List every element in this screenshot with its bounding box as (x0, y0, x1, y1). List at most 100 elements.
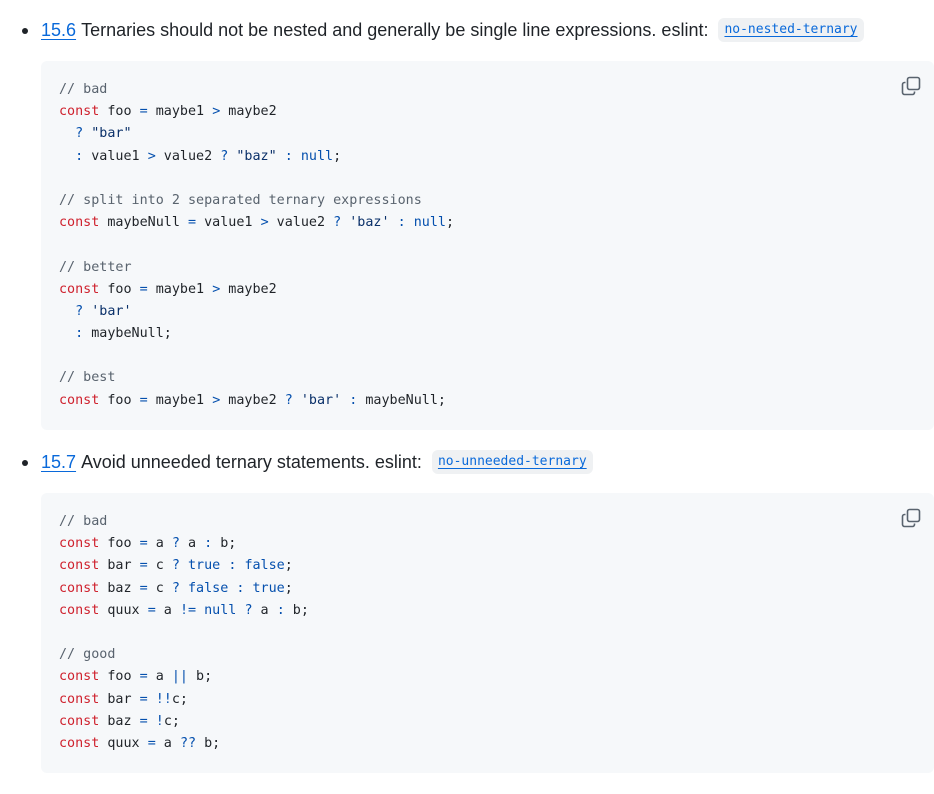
list-item: 15.6 Ternaries should not be nested and … (22, 17, 864, 43)
code-line: const foo = maybe1 > maybe2 (59, 101, 454, 123)
code-token: : (204, 536, 213, 552)
code-token: foo (99, 281, 140, 297)
section-description: Ternaries should not be nested and gener… (81, 20, 709, 40)
code-token: > (147, 148, 156, 164)
code-token: a (147, 669, 172, 685)
code-line: const quux = a != null ? a : b; (59, 600, 309, 622)
code-token: null (413, 215, 446, 231)
code-token: value1 (83, 148, 148, 164)
code-token: || (171, 669, 188, 685)
code-token: value2 (155, 148, 221, 164)
code-token: : (75, 148, 84, 164)
code-token: value1 (196, 215, 261, 231)
code-token: baz (99, 713, 140, 729)
code-token: // best (59, 370, 116, 386)
code-token: foo (99, 392, 140, 408)
eslint-rule-link[interactable]: no-nested-ternary (724, 22, 857, 37)
code-token: 'bar' (91, 303, 132, 319)
code-token: = (139, 580, 148, 596)
code-line: const baz = c ? false : true; (59, 578, 309, 600)
code-token: ; (284, 580, 293, 596)
code-line: const foo = maybe1 > maybe2 ? 'bar' : ma… (59, 390, 454, 412)
code-token: = (147, 602, 156, 618)
bullet-icon (22, 460, 28, 466)
code-token: true (188, 558, 221, 574)
code-line: const bar = c ? true : false; (59, 555, 309, 577)
code-token: const (59, 536, 100, 552)
code-token: const (59, 392, 100, 408)
code-content: // bad const foo = maybe1 > maybe2 ? "bar… (59, 79, 454, 412)
code-token: = (139, 104, 148, 120)
code-token: = (139, 536, 148, 552)
code-token: const (59, 281, 100, 297)
code-token: !! (155, 691, 172, 707)
code-line: const foo = maybe1 > maybe2 (59, 279, 454, 301)
code-token: = (139, 558, 148, 574)
code-line: const foo = a ? a : b; (59, 533, 309, 555)
code-token: quux (99, 735, 148, 751)
code-token: ; (446, 215, 455, 231)
code-token: b; (284, 602, 309, 618)
code-token: const (59, 713, 100, 729)
code-token: // split into 2 separated ternary expres… (59, 192, 422, 208)
code-line: // bad (59, 511, 309, 533)
code-token: false (188, 580, 229, 596)
code-line: const bar = !!c; (59, 689, 309, 711)
code-token: ? (75, 303, 84, 319)
code-line: // split into 2 separated ternary expres… (59, 190, 454, 212)
code-token: : (397, 215, 406, 231)
code-token: const (59, 691, 100, 707)
copy-button[interactable] (900, 507, 922, 529)
code-token: const (59, 580, 100, 596)
code-token: maybe1 (147, 281, 213, 297)
code-block: // bad const foo = maybe1 > maybe2 ? "bar… (41, 61, 934, 430)
code-token: : (284, 148, 293, 164)
code-line: // good (59, 644, 309, 666)
code-line: const maybeNull = value1 > value2 ? 'baz… (59, 212, 454, 234)
eslint-rule-link[interactable]: no-unneeded-ternary (438, 454, 587, 469)
code-line: // bad (59, 79, 454, 101)
code-token: = (139, 713, 148, 729)
code-token: bar (99, 558, 140, 574)
code-token: a (155, 602, 180, 618)
code-token: = (147, 735, 156, 751)
code-token: maybe2 (220, 392, 285, 408)
code-token: ? (244, 602, 253, 618)
code-content: // bad const foo = a ? a : b; const bar = … (59, 511, 309, 755)
code-token: a (179, 536, 205, 552)
code-token: : (276, 602, 285, 618)
code-token: = (188, 215, 197, 231)
code-token: 'baz' (349, 215, 390, 231)
section-anchor-link[interactable]: 15.7 (41, 449, 76, 475)
section-anchor-link[interactable]: 15.6 (41, 17, 76, 43)
copy-button[interactable] (900, 75, 922, 97)
code-token: foo (99, 104, 140, 120)
code-token: "baz" (236, 148, 277, 164)
code-token: ? (171, 558, 180, 574)
code-token: bar (99, 691, 140, 707)
code-token: maybeNull (99, 215, 188, 231)
code-token: const (59, 602, 100, 618)
code-line: ? "bar" (59, 123, 454, 145)
code-token: c; (163, 713, 180, 729)
list-item: 15.7 Avoid unneeded ternary statements. … (22, 449, 593, 475)
code-token: maybe1 (147, 104, 213, 120)
code-token: null (300, 148, 334, 164)
code-line: : maybeNull; (59, 323, 454, 345)
code-token: // bad (59, 514, 108, 529)
code-token: maybe2 (220, 281, 277, 297)
code-token: value2 (268, 215, 334, 231)
